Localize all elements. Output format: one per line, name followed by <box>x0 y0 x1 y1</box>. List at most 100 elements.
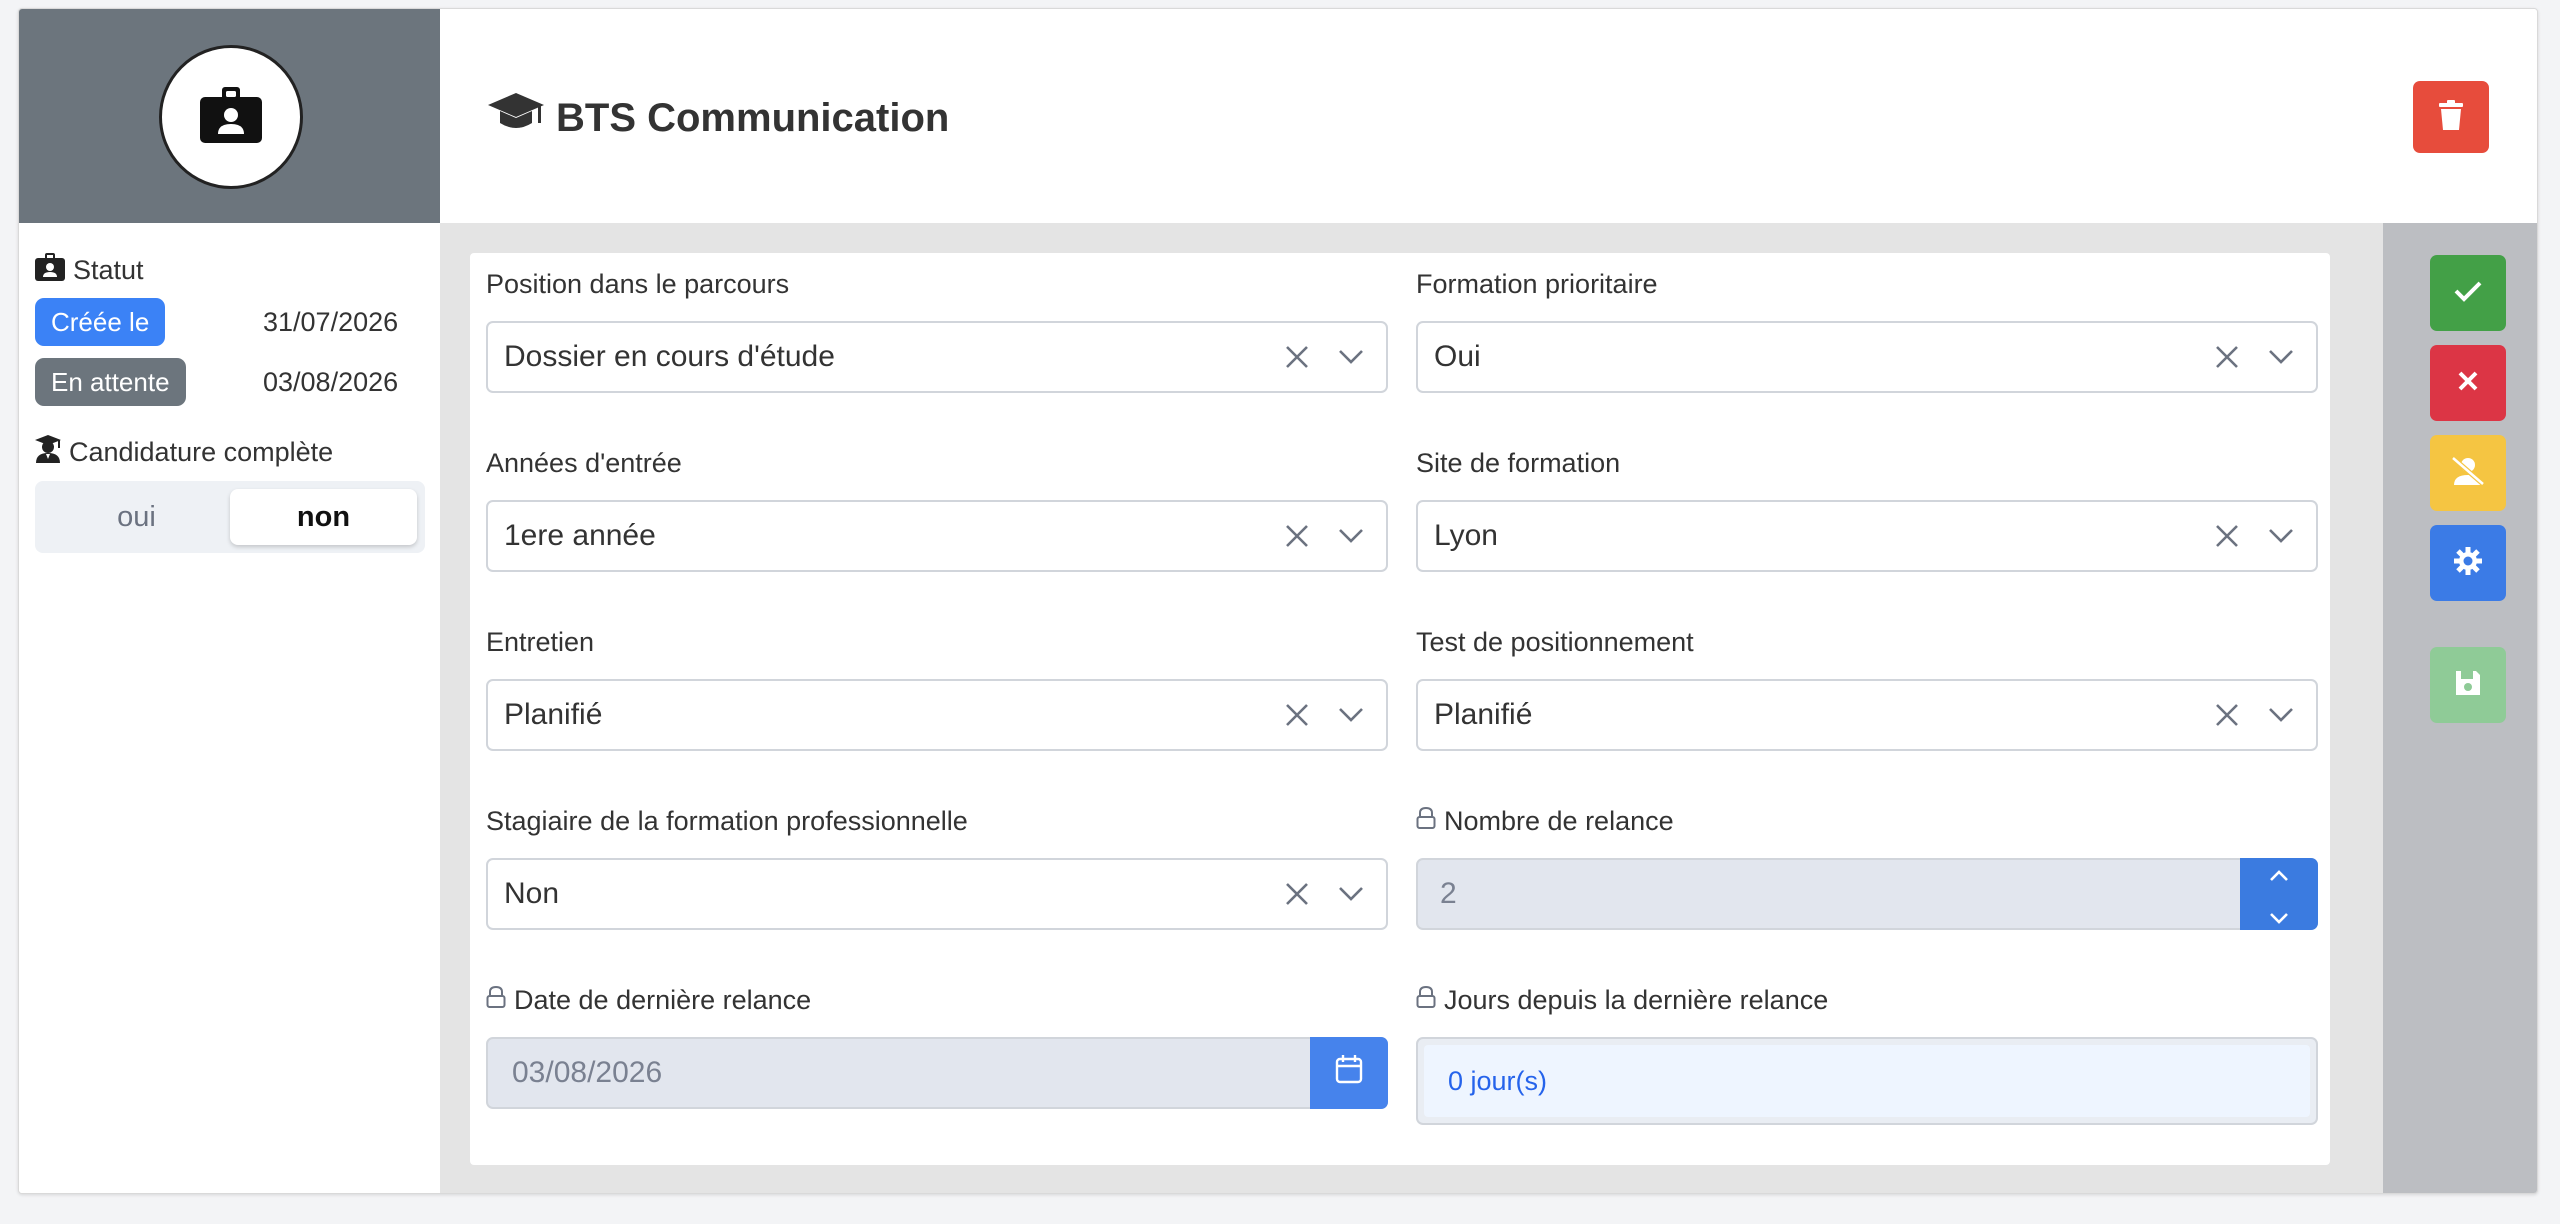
avatar-band <box>19 9 440 223</box>
status-badge-pending: En attente <box>35 358 186 406</box>
field-annees: Années d'entrée 1ere année <box>486 446 1388 572</box>
chevron-down-icon[interactable] <box>1324 330 1378 384</box>
lock-icon <box>1416 985 1436 1016</box>
field-site: Site de formation Lyon <box>1416 446 2318 572</box>
field-label: Site de formation <box>1416 447 1621 478</box>
settings-button[interactable] <box>2430 525 2506 601</box>
user-graduate-icon <box>35 434 61 470</box>
field-jours: Jours depuis la dernière relance 0 jour(… <box>1416 983 2318 1125</box>
chevron-down-icon[interactable] <box>1324 509 1378 563</box>
chevron-down-icon[interactable] <box>2269 898 2289 932</box>
calendar-icon <box>1335 1054 1363 1092</box>
number-spinner[interactable] <box>2240 858 2318 930</box>
user-slash-icon <box>2451 455 2485 491</box>
field-prioritaire: Formation prioritaire Oui <box>1416 267 2318 393</box>
field-label: Stagiaire de la formation professionnell… <box>486 805 968 836</box>
select-value: Oui <box>1434 340 1481 373</box>
id-badge-icon <box>35 252 65 288</box>
delete-button[interactable] <box>2413 81 2489 153</box>
chevron-down-icon[interactable] <box>1324 688 1378 742</box>
chevron-down-icon[interactable] <box>2254 509 2308 563</box>
status-section-title: Statut <box>35 252 431 288</box>
clear-icon[interactable] <box>1270 688 1324 742</box>
clear-icon[interactable] <box>2200 688 2254 742</box>
clear-icon[interactable] <box>1270 330 1324 384</box>
save-icon <box>2454 669 2482 702</box>
content-area: Position dans le parcours Dossier en cou… <box>440 223 2383 1193</box>
graduation-cap-icon <box>488 91 544 145</box>
field-label: Jours depuis la dernière relance <box>1444 984 1829 1015</box>
trash-icon <box>2439 99 2463 135</box>
reject-button[interactable] <box>2430 345 2506 421</box>
page-title-text: BTS Communication <box>556 95 950 140</box>
avatar <box>159 45 303 189</box>
chevron-down-icon[interactable] <box>2254 688 2308 742</box>
field-label: Nombre de relance <box>1444 805 1674 836</box>
test-select[interactable]: Planifié <box>1416 679 2318 751</box>
jours-value: 0 jour(s) <box>1424 1045 2310 1117</box>
field-date-relance: Date de dernière relance 03/08/2026 <box>486 983 1388 1109</box>
toggle-non[interactable]: non <box>230 489 417 545</box>
gear-icon <box>2453 546 2483 581</box>
status-row-pending: En attente 03/08/2026 <box>35 357 431 407</box>
select-value: 1ere année <box>504 519 656 552</box>
lock-icon <box>1416 806 1436 837</box>
left-column: Statut Créée le 31/07/2026 En attente 03… <box>19 9 440 1193</box>
relance-number-input: 2 <box>1416 858 2318 930</box>
field-label: Test de positionnement <box>1416 626 1694 657</box>
field-entretien: Entretien Planifié <box>486 625 1388 751</box>
calendar-button[interactable] <box>1310 1037 1388 1109</box>
candidature-title: Candidature complète <box>69 436 334 467</box>
check-icon <box>2453 279 2483 308</box>
site-select[interactable]: Lyon <box>1416 500 2318 572</box>
clear-icon[interactable] <box>1270 867 1324 921</box>
input-value: 03/08/2026 <box>512 1056 663 1089</box>
select-value: Dossier en cours d'étude <box>504 340 835 373</box>
withdraw-button[interactable] <box>2430 435 2506 511</box>
save-button[interactable] <box>2430 647 2506 723</box>
toggle-oui[interactable]: oui <box>43 489 230 545</box>
pending-date: 03/08/2026 <box>263 366 399 397</box>
candidature-card: Statut Créée le 31/07/2026 En attente 03… <box>18 8 2538 1194</box>
status-area: Statut Créée le 31/07/2026 En attente 03… <box>35 252 431 553</box>
chevron-down-icon[interactable] <box>2254 330 2308 384</box>
jours-readonly: 0 jour(s) <box>1416 1037 2318 1125</box>
field-label: Position dans le parcours <box>486 268 790 299</box>
status-badge-created: Créée le <box>35 298 166 346</box>
clear-icon[interactable] <box>2200 509 2254 563</box>
entretien-select[interactable]: Planifié <box>486 679 1388 751</box>
prioritaire-select[interactable]: Oui <box>1416 321 2318 393</box>
field-test: Test de positionnement Planifié <box>1416 625 2318 751</box>
select-value: Planifié <box>504 698 603 731</box>
field-label-row: Nombre de relance <box>1416 804 2318 838</box>
field-label: Formation prioritaire <box>1416 268 1658 299</box>
chevron-down-icon[interactable] <box>1324 867 1378 921</box>
annees-select[interactable]: 1ere année <box>486 500 1388 572</box>
page-title: BTS Communication <box>488 91 949 145</box>
action-bar <box>2383 223 2537 1193</box>
id-badge-icon <box>200 86 262 148</box>
chevron-up-icon[interactable] <box>2269 856 2289 890</box>
clear-icon[interactable] <box>1270 509 1324 563</box>
field-position: Position dans le parcours Dossier en cou… <box>486 267 1388 393</box>
field-label: Date de dernière relance <box>514 984 812 1015</box>
lock-icon <box>486 985 506 1016</box>
validate-button[interactable] <box>2430 255 2506 331</box>
header: BTS Communication <box>440 9 2537 223</box>
status-title: Statut <box>73 254 144 285</box>
position-select[interactable]: Dossier en cours d'étude <box>486 321 1388 393</box>
field-stagiaire: Stagiaire de la formation professionnell… <box>486 804 1388 930</box>
candidature-section-title: Candidature complète <box>35 434 431 470</box>
stagiaire-select[interactable]: Non <box>486 858 1388 930</box>
field-label-row: Date de dernière relance <box>486 983 1388 1017</box>
select-value: Planifié <box>1434 698 1533 731</box>
candidature-toggle: oui non <box>35 481 425 553</box>
select-value: Non <box>504 877 560 910</box>
field-label: Années d'entrée <box>486 447 682 478</box>
field-relance: Nombre de relance 2 <box>1416 804 2318 930</box>
input-value: 2 <box>1440 877 1457 910</box>
date-relance-input: 03/08/2026 <box>486 1037 1388 1109</box>
times-icon <box>2456 369 2480 398</box>
select-value: Lyon <box>1434 519 1498 552</box>
clear-icon[interactable] <box>2200 330 2254 384</box>
